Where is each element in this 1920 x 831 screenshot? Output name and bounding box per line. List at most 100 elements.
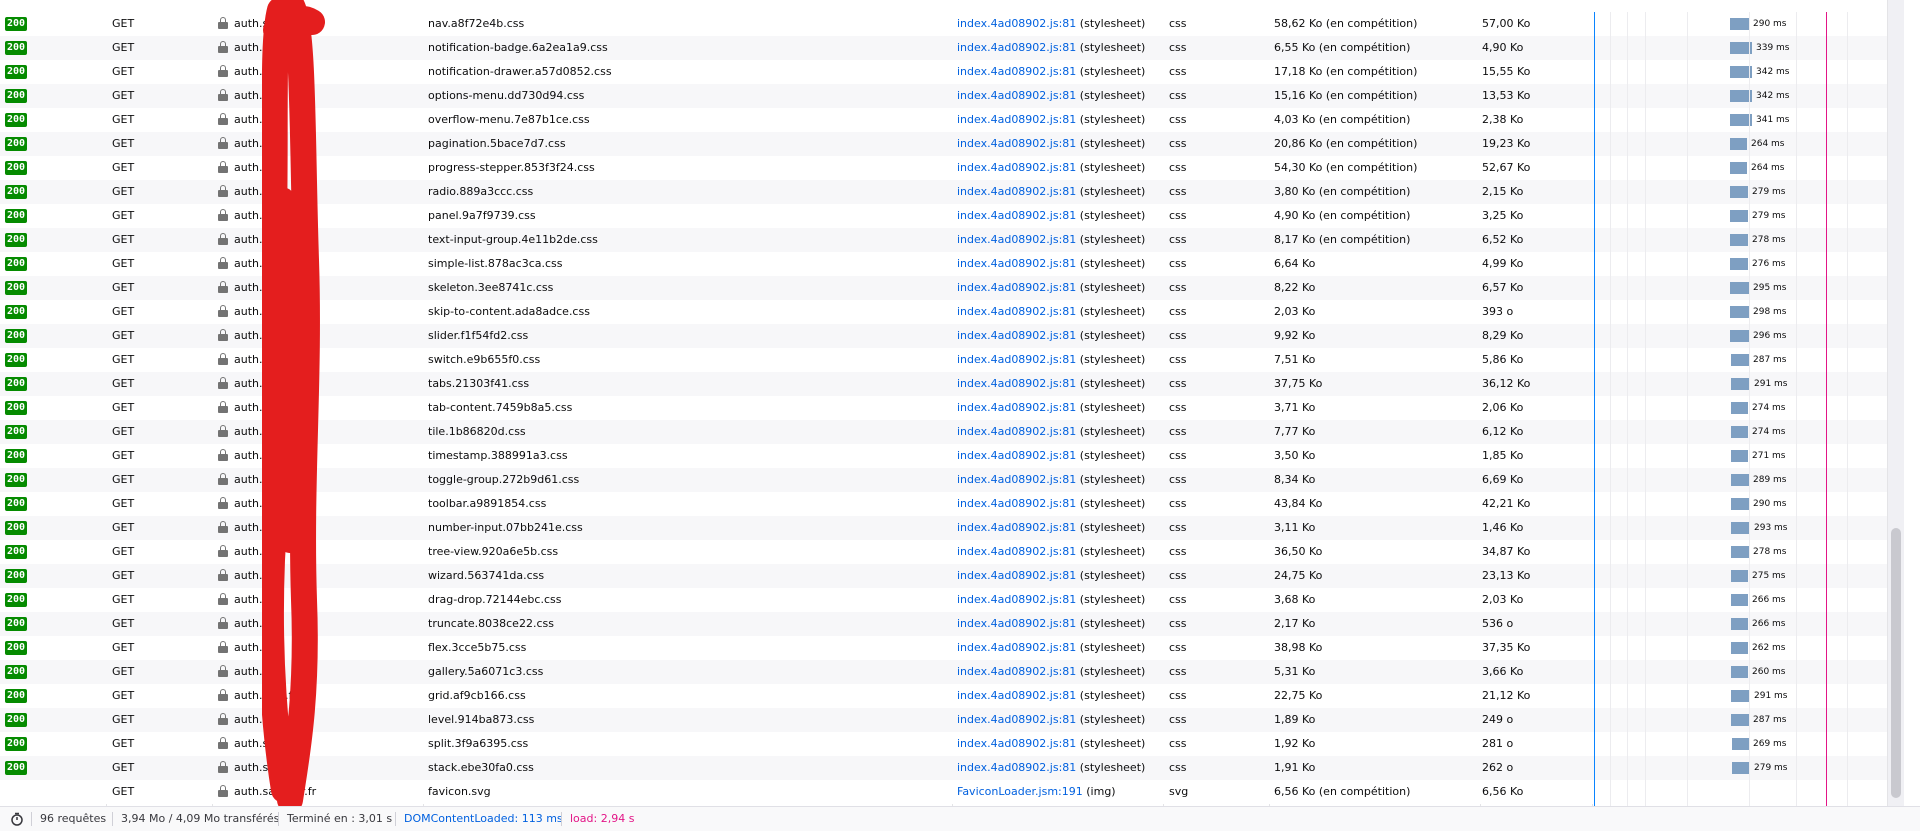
initiator-link[interactable]: index.4ad08902.js:81: [957, 17, 1076, 30]
domain-cell: auth.sal: [218, 12, 418, 36]
lock-icon: [218, 281, 228, 293]
initiator-link[interactable]: index.4ad08902.js:81: [957, 161, 1076, 174]
initiator-link[interactable]: index.4ad08902.js:81: [957, 545, 1076, 558]
transferred-cell: 6,64 Ko: [1274, 257, 1316, 270]
initiator-link[interactable]: index.4ad08902.js:81: [957, 425, 1076, 438]
type-cell: css: [1169, 209, 1187, 222]
domain-text: auth.sal: [234, 473, 279, 486]
initiator-type: (stylesheet): [1079, 665, 1146, 678]
initiator-link[interactable]: index.4ad08902.js:81: [957, 185, 1076, 198]
table-row[interactable]: 200 GET auth.sal drag-drop.72144ebc.css inde…: [0, 588, 1904, 612]
initiator-link[interactable]: index.4ad08902.js:81: [957, 401, 1076, 414]
domain-text: auth.sal: [234, 161, 279, 174]
table-row[interactable]: 200 GET auth.sal pagination.5bace7d7.css ind…: [0, 132, 1904, 156]
table-row[interactable]: 200 GET auth.sal options-menu.dd730d94.css i…: [0, 84, 1904, 108]
initiator-link[interactable]: index.4ad08902.js:81: [957, 641, 1076, 654]
table-row[interactable]: 200 GET auth.sal notification-drawer.a57d08…: [0, 60, 1904, 84]
table-row[interactable]: 200 GET auth.sal overflow-menu.7e87b1ce.css…: [0, 108, 1904, 132]
table-row[interactable]: 200 GET auth.sal flex.3cce5b75.css index.4ad…: [0, 636, 1904, 660]
lock-icon: [218, 425, 228, 437]
waterfall-timing: 290 ms: [1753, 19, 1787, 29]
table-row[interactable]: 200 GET auth.sal tabs.21303f41.css index.4ad…: [0, 372, 1904, 396]
table-row[interactable]: 200 GET auth.sal slider.f1f54fd2.css index.4…: [0, 324, 1904, 348]
initiator-link[interactable]: index.4ad08902.js:81: [957, 65, 1076, 78]
transferred-cell: 2,17 Ko: [1274, 617, 1316, 630]
status-badge: 200: [5, 521, 28, 535]
table-row[interactable]: 200 GET auth.sal timestamp.388991a3.css inde…: [0, 444, 1904, 468]
size-cell: 1,85 Ko: [1482, 449, 1524, 462]
table-row[interactable]: 200 GET auth.sal toolbar.a9891854.css index.…: [0, 492, 1904, 516]
table-row[interactable]: 200 GET auth.sal number-input.07bb241e.css i…: [0, 516, 1904, 540]
initiator-link[interactable]: index.4ad08902.js:81: [957, 305, 1076, 318]
table-row[interactable]: 200 GET auth.sal tile.1b86820d.css index.4ad…: [0, 420, 1904, 444]
status-cell: 200: [5, 612, 105, 636]
initiator-link[interactable]: index.4ad08902.js:81: [957, 353, 1076, 366]
file-cell: slider.f1f54fd2.css: [428, 329, 529, 342]
initiator-link[interactable]: index.4ad08902.js:81: [957, 257, 1076, 270]
status-cell: 200: [5, 540, 105, 564]
initiator-link[interactable]: index.4ad08902.js:81: [957, 521, 1076, 534]
initiator-link[interactable]: index.4ad08902.js:81: [957, 41, 1076, 54]
initiator-link[interactable]: index.4ad08902.js:81: [957, 497, 1076, 510]
table-row[interactable]: 200 GET auth.sal r.fr split.3f9a6395.css ind…: [0, 732, 1904, 756]
table-row[interactable]: 200 GET auth.sal truncate.8038ce22.css index…: [0, 612, 1904, 636]
transferred-cell: 1,92 Ko: [1274, 737, 1316, 750]
initiator-link[interactable]: index.4ad08902.js:81: [957, 617, 1076, 630]
table-row[interactable]: 200 GET auth.sal gallery.5a6071c3.css index.…: [0, 660, 1904, 684]
initiator-link[interactable]: index.4ad08902.js:81: [957, 713, 1076, 726]
waterfall-timing: 278 ms: [1752, 235, 1786, 245]
initiator-link[interactable]: index.4ad08902.js:81: [957, 233, 1076, 246]
domain-cell: auth.sal: [218, 36, 418, 60]
initiator-link[interactable]: index.4ad08902.js:81: [957, 473, 1076, 486]
status-badge: 200: [5, 161, 28, 175]
initiator-link[interactable]: index.4ad08902.js:81: [957, 329, 1076, 342]
table-row[interactable]: 200 GET auth.sal panel.9a7f9739.css index.4a…: [0, 204, 1904, 228]
table-row[interactable]: 200 GET auth.sal notification-badge.6a2ea1a…: [0, 36, 1904, 60]
initiator-type: (stylesheet): [1079, 137, 1146, 150]
status-cell: 200: [5, 36, 105, 60]
initiator-link[interactable]: index.4ad08902.js:81: [957, 665, 1076, 678]
initiator-cell: index.4ad08902.js:81 (stylesheet): [957, 516, 1157, 540]
initiator-type: (stylesheet): [1079, 641, 1146, 654]
status-cell: 200: [5, 588, 105, 612]
initiator-link[interactable]: index.4ad08902.js:81: [957, 89, 1076, 102]
vertical-scrollbar[interactable]: [1887, 0, 1904, 806]
table-row[interactable]: 200 GET auth.sal r.fr stack.ebe30fa0.css ind…: [0, 756, 1904, 780]
table-row[interactable]: 200 GET auth.sal skip-to-content.ada8adce.c…: [0, 300, 1904, 324]
table-row[interactable]: 200 GET auth.sal r.fr grid.af9cb166.css inde…: [0, 684, 1904, 708]
table-row[interactable]: 200 GET auth.sal nav.a8f72e4b.css index.4ad0…: [0, 12, 1904, 36]
initiator-link[interactable]: index.4ad08902.js:81: [957, 377, 1076, 390]
initiator-link[interactable]: index.4ad08902.js:81: [957, 569, 1076, 582]
lock-icon: [218, 545, 228, 557]
lock-icon: [218, 689, 228, 701]
table-row[interactable]: 200 GET auth.sal r.fr level.914ba873.css ind…: [0, 708, 1904, 732]
initiator-link[interactable]: index.4ad08902.js:81: [957, 281, 1076, 294]
type-cell: css: [1169, 233, 1187, 246]
table-row[interactable]: 200 GET auth.sal simple-list.878ac3ca.css in…: [0, 252, 1904, 276]
table-row[interactable]: 200 GET auth.sal text-input-group.4e11b2de.…: [0, 228, 1904, 252]
table-row[interactable]: 200 GET auth.sal skeleton.3ee8741c.css index…: [0, 276, 1904, 300]
initiator-link[interactable]: FaviconLoader.jsm:191: [957, 785, 1083, 798]
initiator-link[interactable]: index.4ad08902.js:81: [957, 737, 1076, 750]
stopwatch-icon[interactable]: [10, 812, 24, 826]
initiator-link[interactable]: index.4ad08902.js:81: [957, 113, 1076, 126]
table-row[interactable]: 200 GET auth.sal tree-view.920a6e5b.css inde…: [0, 540, 1904, 564]
domain-text: auth.sal: [234, 449, 279, 462]
table-row[interactable]: 200 GET auth.sal wizard.563741da.css index.4…: [0, 564, 1904, 588]
table-row[interactable]: 200 GET auth.sal switch.e9b655f0.css index.4…: [0, 348, 1904, 372]
initiator-link[interactable]: index.4ad08902.js:81: [957, 209, 1076, 222]
scrollbar-thumb[interactable]: [1891, 528, 1901, 798]
table-row[interactable]: 200 GET auth.sal toggle-group.272b9d61.css i…: [0, 468, 1904, 492]
table-row[interactable]: 200 GET auth.sal radio.889a3ccc.css index.4a…: [0, 180, 1904, 204]
initiator-link[interactable]: index.4ad08902.js:81: [957, 689, 1076, 702]
lock-icon: [218, 65, 228, 77]
table-row[interactable]: 200 GET auth.sal progress-stepper.853f3f24.…: [0, 156, 1904, 180]
initiator-link[interactable]: index.4ad08902.js:81: [957, 449, 1076, 462]
initiator-link[interactable]: index.4ad08902.js:81: [957, 137, 1076, 150]
initiator-link[interactable]: index.4ad08902.js:81: [957, 593, 1076, 606]
status-cell: 200: [5, 276, 105, 300]
initiator-type: (stylesheet): [1079, 569, 1146, 582]
table-row[interactable]: 200 GET auth.sal tab-content.7459b8a5.css in…: [0, 396, 1904, 420]
table-row[interactable]: GET auth.sala sar.fr favicon.svg FaviconLoa…: [0, 780, 1904, 804]
initiator-link[interactable]: index.4ad08902.js:81: [957, 761, 1076, 774]
